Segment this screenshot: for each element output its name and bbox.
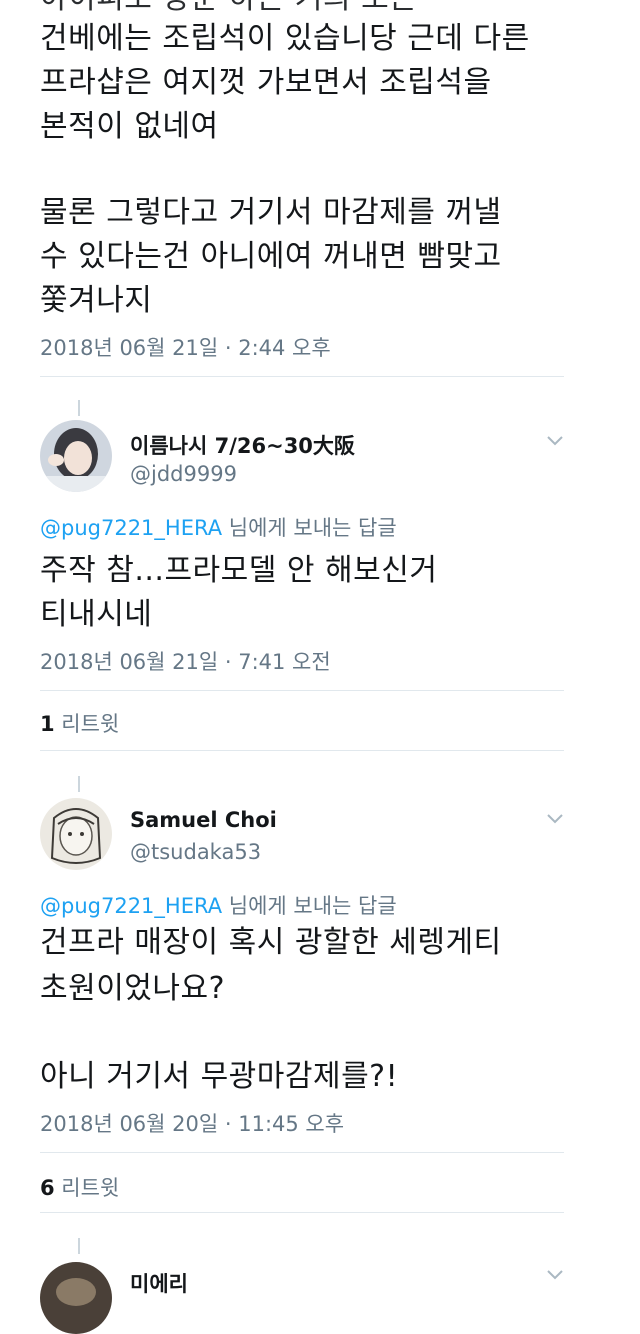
tweet-1-timestamp[interactable]: 2018년 06월 21일 · 7:41 오전 (40, 646, 331, 676)
reply-context: @pug7221_HERA 님에게 보내는 답글 (40, 512, 397, 542)
thread-connector-line (78, 776, 80, 792)
thread-connector-line (78, 1238, 80, 1254)
chevron-down-icon[interactable] (546, 810, 564, 828)
avatar-drawing-icon (40, 798, 112, 870)
reply-context: @pug7221_HERA 님에게 보내는 답글 (40, 890, 397, 920)
retweet-count-label: 리트윗 (54, 1176, 120, 1200)
retweet-count-label: 리트윗 (54, 712, 120, 736)
chevron-down-icon[interactable] (546, 1266, 564, 1284)
tweet-2-line: 아니 거기서 무광마감제를?! (40, 1059, 399, 1094)
tweet-2-line: 건프라 매장이 혹시 광할한 세렝게티 (40, 925, 502, 960)
avatar[interactable] (40, 1262, 112, 1334)
user-handle[interactable]: @tsudaka53 (130, 840, 261, 864)
reply-mention-link[interactable]: @pug7221_HERA (40, 894, 222, 918)
reply-context-suffix: 님에게 보내는 답글 (222, 516, 397, 540)
user-display-name[interactable]: 이름나시 7/26~30大阪 (130, 430, 355, 460)
divider (40, 750, 564, 751)
user-handle[interactable]: @jdd9999 (130, 462, 237, 486)
divider (40, 1212, 564, 1213)
tweet-0-line: 수 있다는건 아니에여 꺼내면 빰맞고 (40, 239, 502, 274)
tweet-0-line: 건베에는 조립석이 있습니당 근데 다른 (40, 21, 530, 56)
tweet-0-line: 본적이 없네여 (40, 109, 219, 144)
tweet-1-line: 주작 참...프라모델 안 해보신거 (40, 553, 438, 588)
retweet-count-number: 6 (40, 1176, 55, 1200)
divider (40, 376, 564, 377)
divider (40, 690, 564, 691)
chevron-down-icon[interactable] (546, 432, 564, 450)
retweet-count-number: 1 (40, 712, 55, 736)
avatar[interactable] (40, 420, 112, 492)
tweet-1-line: 티내시네 (40, 597, 153, 632)
reply-context-suffix: 님에게 보내는 답글 (222, 894, 397, 918)
avatar[interactable] (40, 798, 112, 870)
thread-connector-line (78, 400, 80, 416)
tweet-0-line: 프라샵은 여지껏 가보면서 조립석을 (40, 65, 492, 100)
tweet-2-timestamp[interactable]: 2018년 06월 20일 · 11:45 오후 (40, 1108, 344, 1138)
user-display-name[interactable]: 미에리 (130, 1268, 188, 1298)
avatar-photo-icon (40, 1262, 112, 1334)
tweet-0-line: 쫓겨나지 (40, 283, 153, 318)
reply-mention-link[interactable]: @pug7221_HERA (40, 516, 222, 540)
avatar-photo-icon (40, 420, 112, 492)
divider (40, 1152, 564, 1153)
retweet-count[interactable]: 6 리트윗 (40, 1172, 119, 1202)
tweet-2-line: 초원이었나요? (40, 971, 226, 1006)
retweet-count[interactable]: 1 리트윗 (40, 708, 119, 738)
user-display-name[interactable]: Samuel Choi (130, 808, 277, 832)
tweet-0-timestamp[interactable]: 2018년 06월 21일 · 2:44 오후 (40, 332, 331, 362)
tweet-0-line: 물론 그렇다고 거기서 마감제를 꺼낼 (40, 195, 502, 230)
